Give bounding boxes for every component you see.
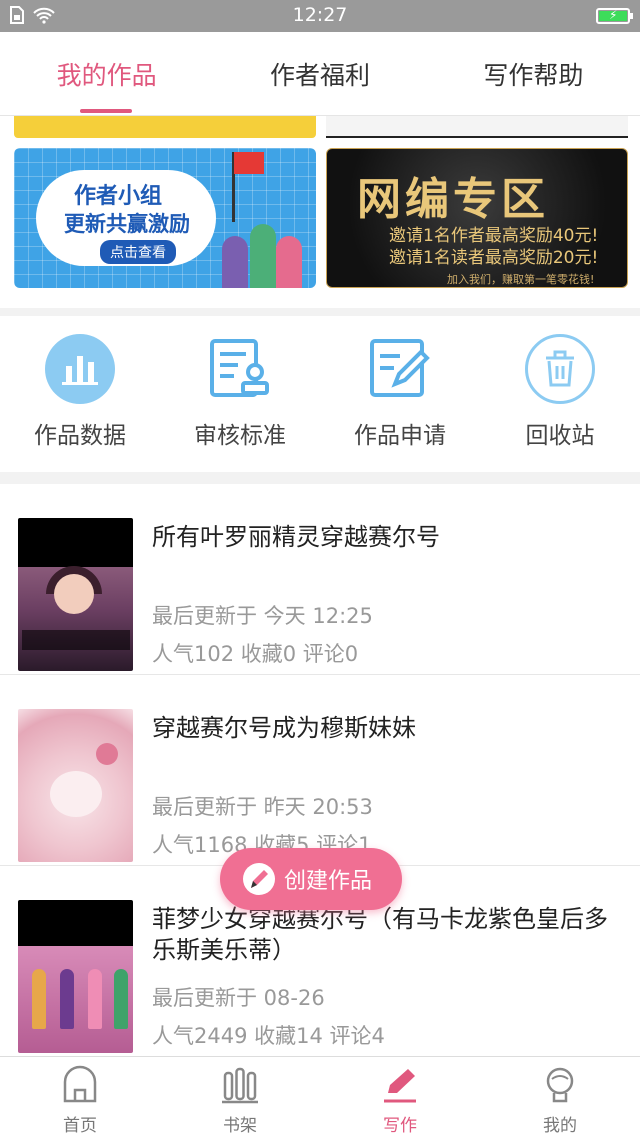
- red-flag-icon: [234, 152, 264, 174]
- view-details-button[interactable]: 点击查看: [100, 240, 176, 264]
- nav-profile[interactable]: 我的: [480, 1057, 640, 1138]
- recycle-bin-action[interactable]: 回收站: [480, 316, 640, 472]
- work-updated-time: 最后更新于 今天 12:25: [152, 604, 373, 628]
- author-group-banner[interactable]: 作者小组 更新共赢激励 点击查看: [14, 148, 316, 288]
- review-standard-icon: [205, 334, 275, 404]
- quick-actions: 作品数据 审核标准 作品申请 回收站: [0, 316, 640, 472]
- create-work-button[interactable]: 创建作品: [220, 848, 402, 910]
- recycle-bin-label: 回收站: [525, 423, 595, 449]
- nav-write[interactable]: 写作: [320, 1057, 480, 1138]
- work-title: 穿越赛尔号成为穆斯妹妹: [152, 714, 416, 742]
- author-group-title: 作者小组: [74, 184, 163, 209]
- network-editor-banner[interactable]: 网编专区 邀请1名作者最高奖励40元! 邀请1名读者最高奖励20元! 加入我们，…: [326, 148, 628, 288]
- work-title: 所有叶罗丽精灵穿越赛尔号: [152, 523, 440, 551]
- work-stats: 人气102 收藏0 评论0: [152, 642, 359, 666]
- works-list: 所有叶罗丽精灵穿越赛尔号 最后更新于 今天 12:25 人气102 收藏0 评论…: [0, 484, 640, 1056]
- nav-write-label: 写作: [383, 1116, 417, 1136]
- invite-reader-reward: 邀请1名读者最高奖励20元!: [389, 248, 599, 268]
- status-time: 12:27: [292, 4, 348, 26]
- nav-bookshelf-label: 书架: [223, 1116, 257, 1136]
- work-data-action[interactable]: 作品数据: [0, 316, 160, 472]
- nav-home[interactable]: 首页: [0, 1057, 160, 1138]
- work-item[interactable]: 所有叶罗丽精灵穿越赛尔号 最后更新于 今天 12:25 人气102 收藏0 评论…: [0, 484, 640, 675]
- banner-area: 作者小组 更新共赢激励 点击查看 网编专区 邀请1名作者最高奖励40元! 邀请1…: [0, 116, 640, 308]
- nav-bookshelf[interactable]: 书架: [160, 1057, 320, 1138]
- work-stats: 人气2449 收藏14 评论4: [152, 1024, 385, 1048]
- top-tabs: 我的作品 作者福利 写作帮助: [0, 32, 640, 116]
- bar-chart-icon: [45, 334, 115, 404]
- home-icon: [63, 1065, 97, 1103]
- work-application-action[interactable]: 作品申请: [320, 316, 480, 472]
- work-updated-time: 最后更新于 08-26: [152, 986, 325, 1010]
- pencil-icon: [243, 863, 275, 895]
- work-cover-image: [18, 518, 133, 671]
- cartoon-kid: [250, 224, 276, 288]
- work-updated-time: 最后更新于 昨天 20:53: [152, 795, 373, 819]
- work-cover-image: [18, 900, 133, 1053]
- bottom-nav: 首页 书架 写作 我的: [0, 1056, 640, 1138]
- edit-document-icon: [365, 334, 435, 404]
- previous-banner-strip-right[interactable]: [326, 116, 628, 138]
- create-work-label: 创建作品: [284, 869, 373, 894]
- work-item[interactable]: 穿越赛尔号成为穆斯妹妹 最后更新于 昨天 20:53 人气1168 收藏5 评论…: [0, 675, 640, 866]
- nav-home-label: 首页: [63, 1116, 97, 1136]
- pen-icon: [384, 1069, 416, 1103]
- trash-icon: [525, 334, 595, 404]
- nav-profile-label: 我的: [543, 1116, 577, 1136]
- network-editor-title: 网编专区: [357, 174, 549, 225]
- tab-my-works[interactable]: 我的作品: [0, 32, 213, 115]
- battery-charging-icon: ⚡: [596, 8, 633, 24]
- status-bar: 12:27 ⚡: [0, 0, 640, 32]
- tab-author-benefits[interactable]: 作者福利: [213, 32, 426, 115]
- work-cover-image: [18, 709, 133, 862]
- bookshelf-icon: [222, 1067, 258, 1104]
- previous-banner-strip-left[interactable]: [14, 116, 316, 138]
- review-standard-label: 审核标准: [194, 423, 286, 449]
- cartoon-kid: [222, 236, 248, 288]
- cartoon-kid: [276, 236, 302, 288]
- work-data-label: 作品数据: [34, 423, 126, 449]
- profile-icon: [546, 1067, 574, 1103]
- author-group-subtitle: 更新共赢激励: [64, 212, 190, 236]
- tab-writing-help[interactable]: 写作帮助: [427, 32, 640, 115]
- join-us-text: 加入我们，赚取第一笔零花钱!: [447, 273, 595, 286]
- work-title: 菲梦少女穿越赛尔号（有马卡龙紫色皇后多乐斯美乐蒂）: [152, 905, 608, 964]
- work-application-label: 作品申请: [354, 423, 446, 449]
- review-standard-action[interactable]: 审核标准: [160, 316, 320, 472]
